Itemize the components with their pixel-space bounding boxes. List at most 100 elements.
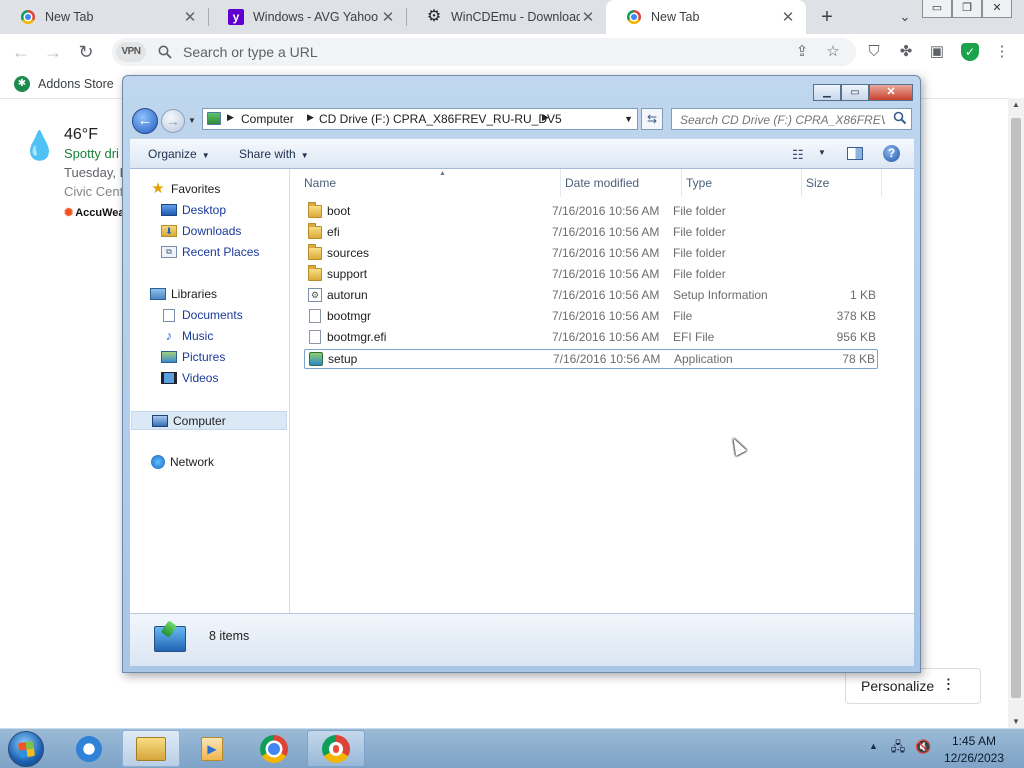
column-header-date[interactable]: Date modified [561,169,682,197]
close-window-button[interactable]: ✕ [982,0,1012,18]
taskbar-media-player[interactable]: ▶ [183,730,241,767]
nav-computer[interactable]: Computer [131,411,287,430]
breadcrumb-arrow-icon[interactable]: ▶ [542,112,549,123]
tab-title: New Tab [45,10,94,24]
back-arrow-icon[interactable]: ← [8,40,34,64]
side-panel-icon[interactable]: ▣ [928,43,946,61]
taskbar-avg-browser[interactable] [307,730,365,767]
downloads-icon: ⬇ [161,225,177,237]
tab-new-tab-active[interactable]: New Tab ✕ [606,0,806,34]
nav-favorites[interactable]: ★ Favorites [150,180,220,197]
scroll-up-icon[interactable]: ▲ [1008,100,1024,109]
file-row[interactable]: efi 7/16/2016 10:56 AM File folder [304,223,878,243]
new-tab-button[interactable]: + [815,5,839,29]
tab-avg-yahoo[interactable]: y Windows - AVG Yahoo Se ✕ [208,0,406,34]
star-icon: ★ [151,180,165,197]
history-dropdown-icon[interactable]: ▼ [188,116,196,125]
change-view-icon[interactable]: ☷ [792,147,804,163]
explorer-minimize-button[interactable]: ▁ [813,84,841,101]
shield-extension-icon[interactable]: ⛉ [865,43,883,61]
tab-new-tab-1[interactable]: New Tab ✕ [0,0,208,34]
nav-label: Network [170,455,215,469]
volume-muted-icon[interactable]: 🔇 [915,739,931,755]
vpn-badge[interactable]: VPN [116,42,146,62]
breadcrumb-cd-drive[interactable]: CD Drive (F:) CPRA_X86FREV_RU-RU_DV5 [319,112,562,126]
views-dropdown-icon[interactable]: ▼ [818,148,826,157]
chevron-down-icon: ▼ [300,151,309,160]
avg-shield-icon[interactable]: ✓ [961,43,979,61]
breadcrumb-arrow-icon[interactable]: ▶ [227,112,234,123]
address-dropdown-icon[interactable]: ▼ [624,114,633,124]
close-icon[interactable]: ✕ [780,8,796,26]
scroll-down-icon[interactable]: ▼ [1008,717,1024,726]
explorer-maximize-button[interactable]: ▭ [841,84,869,101]
file-row[interactable]: bootmgr 7/16/2016 10:56 AM File 378 KB [304,307,878,327]
nav-desktop[interactable]: Desktop [161,203,226,217]
taskbar-windows-explorer[interactable] [122,730,180,767]
explorer-search-box[interactable] [671,108,912,130]
explorer-close-button[interactable]: ✕ [869,84,913,101]
file-row[interactable]: ⚙ autorun 7/16/2016 10:56 AM Setup Informat… [304,286,878,306]
file-row[interactable]: boot 7/16/2016 10:56 AM File folder [304,202,878,222]
explorer-refresh-button[interactable]: ⇆ [641,108,663,130]
column-header-type[interactable]: Type [682,169,802,197]
restore-button[interactable]: ❐ [952,0,982,18]
nav-network[interactable]: Network [150,455,214,469]
taskbar-internet-explorer[interactable]: e [60,730,118,767]
scrollbar-thumb[interactable] [1011,118,1021,698]
organize-button[interactable]: Organize ▼ [148,147,210,161]
show-hidden-icons-chevron-icon[interactable]: ▲ [869,741,878,751]
nav-videos[interactable]: Videos [161,371,218,385]
file-row[interactable]: support 7/16/2016 10:56 AM File folder [304,265,878,285]
nav-pictures[interactable]: Pictures [161,350,225,364]
file-row[interactable]: bootmgr.efi 7/16/2016 10:56 AM EFI File 956… [304,328,878,348]
help-icon[interactable]: ? [883,145,900,162]
share-with-button[interactable]: Share with ▼ [239,147,309,161]
bookmark-star-icon[interactable]: ☆ [824,43,842,61]
nav-music[interactable]: ♪ Music [161,329,214,344]
nav-recent-places[interactable]: ⧉ Recent Places [161,245,259,259]
taskbar-chrome[interactable] [245,730,303,767]
close-icon[interactable]: ✕ [580,8,596,26]
explorer-search-input[interactable] [678,111,887,129]
explorer-forward-button[interactable]: → [161,109,185,133]
file-date-modified: 7/16/2016 10:56 AM [552,225,660,239]
page-scrollbar[interactable]: ▲ ▼ [1008,98,1024,728]
nav-downloads[interactable]: ⬇ Downloads [161,224,241,238]
column-header-size[interactable]: Size [802,169,882,197]
file-row[interactable]: sources 7/16/2016 10:56 AM File folder [304,244,878,264]
clock-date[interactable]: 12/26/2023 [941,751,1007,765]
preview-pane-icon[interactable] [847,147,863,160]
file-row[interactable]: setup 7/16/2016 10:56 AM Application 78 KB [304,349,878,369]
search-icon[interactable] [893,111,907,125]
column-label: Size [806,176,830,190]
close-icon[interactable]: ✕ [182,8,198,26]
forward-arrow-icon[interactable]: → [40,40,66,64]
nav-label: Libraries [171,287,218,301]
start-button[interactable] [8,731,44,767]
explorer-address-bar[interactable]: ▶ Computer ▶ CD Drive (F:) CPRA_X86FREV_… [202,108,638,130]
breadcrumb-computer[interactable]: Computer [241,112,294,126]
network-tray-icon[interactable]: 🖧 [890,739,906,755]
close-icon[interactable]: ✕ [380,8,396,26]
reload-icon[interactable]: ↻ [73,40,99,64]
address-placeholder[interactable]: Search or type a URL [183,44,318,60]
personalize-button[interactable]: Personalize ⫶ [845,668,981,704]
puzzle-extensions-icon[interactable]: ✤ [897,43,915,61]
column-header-name[interactable]: Name ▲ [300,169,561,197]
clock-time[interactable]: 1:45 AM [944,734,1004,748]
minimize-button[interactable]: ▭ [922,0,952,18]
bookmark-addons-store[interactable]: ✱ Addons Store [14,76,114,92]
file-size: 1 KB [849,288,876,302]
browser-toolbar: ← → ↻ VPN Search or type a URL ⇪ ☆ ⛉ ✤ ▣… [0,34,1024,70]
nav-libraries[interactable]: Libraries [150,287,217,301]
nav-label: Videos [182,371,219,385]
nav-documents[interactable]: Documents [161,308,243,322]
explorer-back-button[interactable]: ← [132,108,158,134]
breadcrumb-arrow-icon[interactable]: ▶ [307,112,314,123]
menu-kebab-icon[interactable]: ⋮ [993,43,1011,61]
file-icon [309,330,321,344]
share-icon[interactable]: ⇪ [793,43,811,61]
tab-wincdemu[interactable]: ⚙ WinCDEmu - Download ✕ [406,0,606,34]
tab-search-chevron-icon[interactable]: ⌄ [893,6,917,28]
